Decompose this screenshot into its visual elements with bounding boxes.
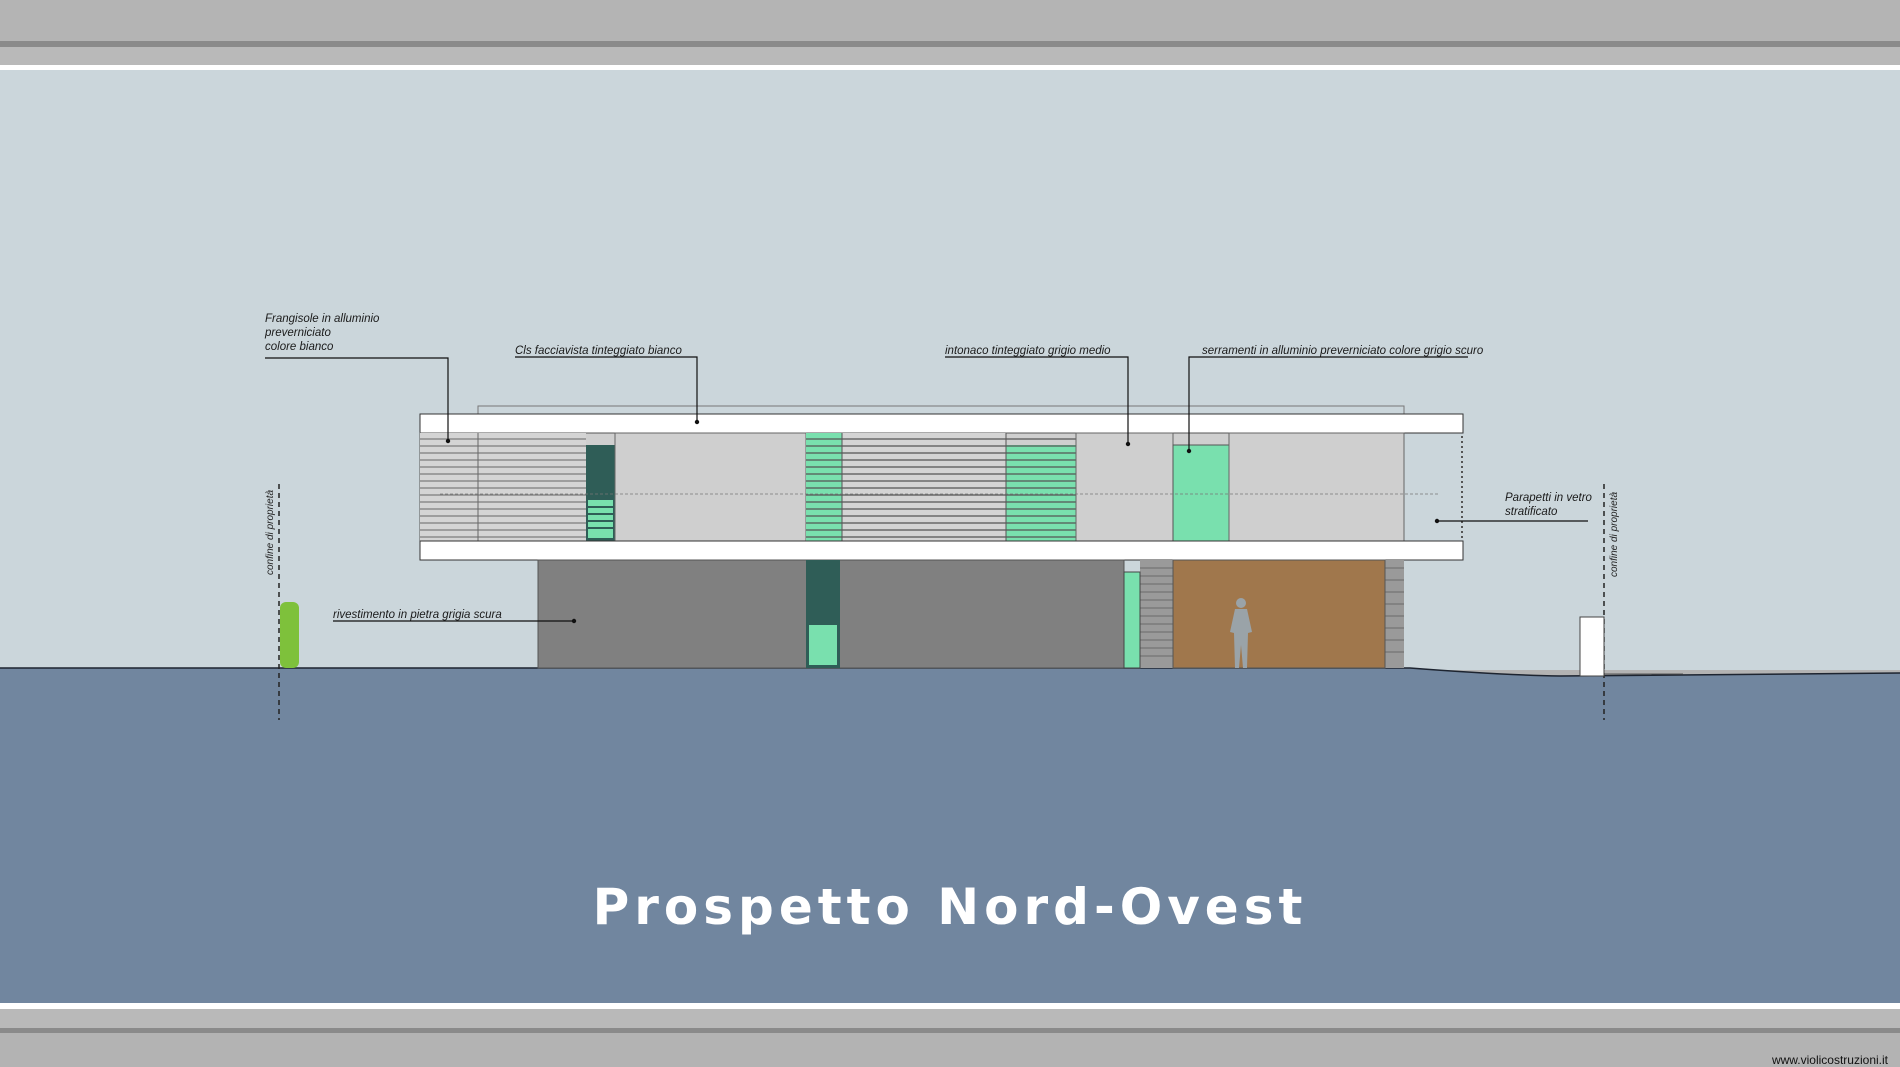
bottom-border-band-lower	[0, 1033, 1900, 1067]
watermark: www.violicostruzioni.it	[1771, 1053, 1888, 1067]
annotation-confine-right: confine di proprietà	[1609, 491, 1620, 577]
boundary-wall	[1579, 616, 1605, 677]
ground-door-glass	[1123, 571, 1141, 669]
hedge	[280, 602, 299, 668]
louvers-left	[420, 433, 586, 541]
annotation-frangisole: Frangisole in alluminio preverniciato co…	[265, 313, 380, 353]
annotation-intonaco: intonaco tinteggiato grigio medio	[945, 345, 1111, 357]
ground-window-glass	[809, 625, 837, 665]
floor-slab	[419, 540, 1464, 561]
annotation-rivestimento: rivestimento in pietra grigia scura	[333, 609, 502, 621]
top-border-gap	[0, 47, 1900, 65]
annotation-cls: Cls facciavista tinteggiato bianco	[515, 345, 682, 357]
render-panel-2	[1075, 432, 1174, 542]
louvers-center	[806, 433, 1076, 541]
upper-window-green	[1172, 444, 1230, 542]
render-panel-3	[1228, 432, 1405, 542]
render-panel-1	[614, 432, 807, 542]
annotation-confine-left: confine di proprietà	[265, 489, 276, 575]
annotation-serramenti: serramenti in alluminio preverniciato co…	[1202, 345, 1484, 357]
annotation-parapetti: Parapetti in vetro stratificato	[1505, 492, 1592, 518]
wood-panel	[1172, 559, 1386, 669]
window-glass-left	[588, 500, 613, 538]
ground-area	[0, 668, 1900, 1003]
page-title: Prospetto Nord-Ovest	[592, 878, 1308, 936]
roof-slab	[419, 413, 1464, 434]
top-border-band	[0, 0, 1900, 42]
